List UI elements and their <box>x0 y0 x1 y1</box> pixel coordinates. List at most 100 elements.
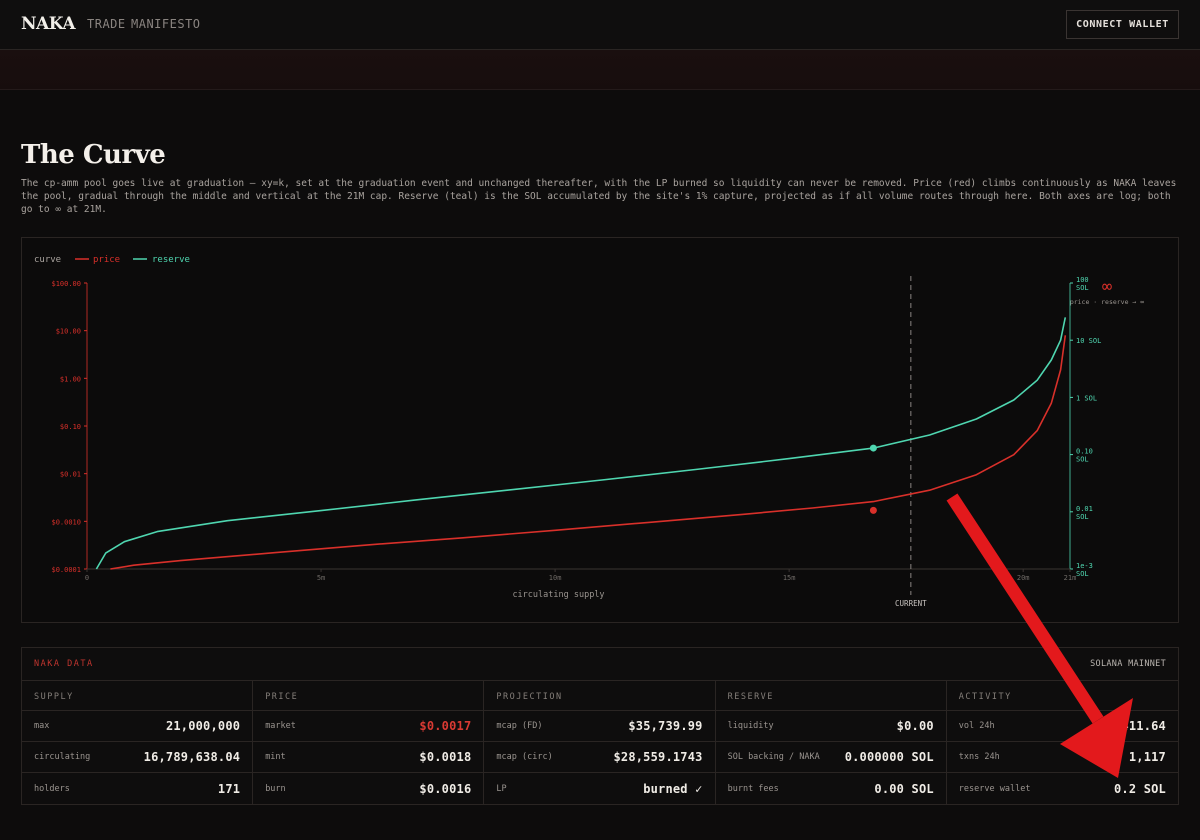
data-column-price: PRICE market $0.0017 mint $0.0018 burn $0.0016 <box>253 681 485 805</box>
x-tick-label: 0 <box>85 574 89 582</box>
y-left-tick-label: $0.0001 <box>51 566 81 574</box>
series-marker-reserve <box>869 444 877 452</box>
current-label: CURRENT <box>895 599 927 608</box>
x-tick-label: 5m <box>317 574 325 582</box>
data-row: LP burned ✓ <box>484 773 714 804</box>
y-left-tick-label: $0.10 <box>60 423 81 431</box>
network-label: SOLANA MAINNET <box>1090 659 1166 669</box>
nav-trade[interactable]: TRADE <box>87 17 126 31</box>
y-right-tick-unit: SOL <box>1076 284 1089 292</box>
data-row-value: $0.0017 <box>419 719 472 733</box>
y-right-tick-label: 0.01 <box>1076 505 1093 513</box>
infinity-note: price · reserve → ∞ <box>1070 298 1144 306</box>
y-right-tick-unit: SOL <box>1076 513 1089 521</box>
data-row-label: liquidity <box>727 721 774 731</box>
data-row-label: SOL backing / NAKA <box>727 752 820 762</box>
legend-label-reserve: reserve <box>152 255 190 265</box>
data-row: SOL backing / NAKA 0.000000 SOL <box>715 742 946 773</box>
data-row-value: 0.2 SOL <box>1114 781 1166 796</box>
y-right-tick-label: 1e-3 <box>1076 562 1093 570</box>
data-row-label: burn <box>265 783 286 794</box>
data-row-value: 0.000000 SOL <box>844 750 934 764</box>
connect-wallet-button[interactable]: CONNECT WALLET <box>1066 10 1179 39</box>
legend-label-price: price <box>93 255 120 265</box>
data-row-label: reserve wallet <box>958 783 1031 794</box>
page-title: The Curve <box>21 140 166 170</box>
ticker-band <box>0 50 1200 90</box>
data-row-value: 171 <box>217 781 241 796</box>
data-row-label: txns 24h <box>958 752 1000 762</box>
y-left-tick-label: $0.01 <box>60 471 81 479</box>
data-row-label: burnt fees <box>727 783 779 794</box>
series-line-reserve <box>95 317 1067 570</box>
data-row: txns 24h 1,117 <box>946 742 1178 773</box>
data-row: vol 24h $6,411.64 <box>946 711 1178 742</box>
data-row-value: 21,000,000 <box>165 719 241 733</box>
top-nav-bar: NAKA TRADE MANIFESTO CONNECT WALLET <box>0 0 1200 50</box>
data-column-reserve: RESERVE liquidity $0.00 SOL backing / NAKA 0… <box>715 681 947 805</box>
data-row-label: market <box>265 721 296 731</box>
data-row: market $0.0017 <box>253 711 484 742</box>
y-right-tick-label: 100 <box>1076 276 1089 284</box>
data-row-label: vol 24h <box>958 721 995 731</box>
data-row-value: 0.00 SOL <box>874 781 934 796</box>
data-row-label: max <box>34 721 50 731</box>
data-row-value: 1,117 <box>1128 750 1166 764</box>
data-row-value: 16,789,638.04 <box>143 750 241 764</box>
data-row-value: burned ✓ <box>643 781 703 796</box>
y-left-tick-label: $0.0010 <box>51 518 81 526</box>
logo[interactable]: NAKA <box>21 14 76 34</box>
x-tick-label: 15m <box>783 574 796 582</box>
x-tick-label: 21m <box>1064 574 1077 582</box>
data-row: mint $0.0018 <box>253 742 484 773</box>
y-left-tick-label: $10.00 <box>56 328 81 336</box>
x-tick-label: 10m <box>549 574 562 582</box>
y-right-tick-unit: SOL <box>1076 456 1089 464</box>
data-row-value: $0.00 <box>896 719 934 733</box>
column-heading: ACTIVITY <box>946 681 1178 711</box>
data-row: holders 171 <box>22 773 252 804</box>
data-row: burn $0.0016 <box>253 773 483 804</box>
y-left-tick-label: $100.00 <box>51 280 81 288</box>
data-row: mcap (FD) $35,739.99 <box>484 711 715 742</box>
data-row-label: holders <box>34 783 70 794</box>
column-heading: PRICE <box>253 681 484 711</box>
data-row-label: LP <box>496 783 507 794</box>
curve-chart-panel: curve price reserve $100.00 $10.00 $1.00 $0.10… <box>21 237 1179 623</box>
column-heading: RESERVE <box>715 681 946 711</box>
data-panel-title: NAKA DATA <box>34 659 94 669</box>
x-tick-label: 20m <box>1017 574 1030 582</box>
data-row: circulating 16,789,638.04 <box>22 742 253 773</box>
data-row-value: $0.0016 <box>419 781 472 796</box>
y-left-tick-label: $1.00 <box>60 375 81 383</box>
series-line-price <box>110 335 1067 570</box>
naka-data-panel: NAKA DATA SOLANA MAINNET SUPPLY max 21,000… <box>21 647 1179 805</box>
y-right-tick-unit: SOL <box>1076 570 1089 578</box>
data-column-activity: ACTIVITY vol 24h $6,411.64 txns 24h 1,117 res… <box>946 681 1178 805</box>
data-row-label: mcap (circ) <box>496 752 553 762</box>
data-row-value: $35,739.99 <box>628 719 703 733</box>
data-row-label: mcap (FD) <box>496 721 543 731</box>
data-row: mcap (circ) $28,559.1743 <box>484 742 715 773</box>
data-row: max 21,000,000 <box>22 711 253 742</box>
data-row: reserve wallet 0.2 SOL <box>947 773 1178 804</box>
data-grid: SUPPLY max 21,000,000 circulating 16,789,638… <box>22 680 1178 805</box>
page-description: The cp-amm pool goes live at graduation … <box>21 178 1177 215</box>
data-row: liquidity $0.00 <box>715 711 946 742</box>
legend-title: curve <box>34 255 61 265</box>
y-right-tick-label: 10 SOL <box>1076 337 1101 345</box>
series-marker-price <box>869 506 877 514</box>
column-heading: PROJECTION <box>484 681 715 711</box>
nav-manifesto[interactable]: MANIFESTO <box>131 17 201 31</box>
data-row-label: mint <box>265 752 286 762</box>
data-row-value: $0.0018 <box>419 750 472 764</box>
data-row-value: $28,559.1743 <box>613 750 703 764</box>
data-row: burnt fees 0.00 SOL <box>716 773 946 804</box>
y-right-tick-label: 1 SOL <box>1076 394 1097 402</box>
data-column-projection: PROJECTION mcap (FD) $35,739.99 mcap (circ)… <box>484 681 716 805</box>
x-axis-label: circulating supply <box>512 590 604 600</box>
data-row-label: circulating <box>34 752 91 762</box>
data-row-value: $6,411.64 <box>1099 719 1166 733</box>
column-heading: SUPPLY <box>22 681 253 711</box>
y-right-tick-label: 0.10 <box>1076 448 1093 456</box>
